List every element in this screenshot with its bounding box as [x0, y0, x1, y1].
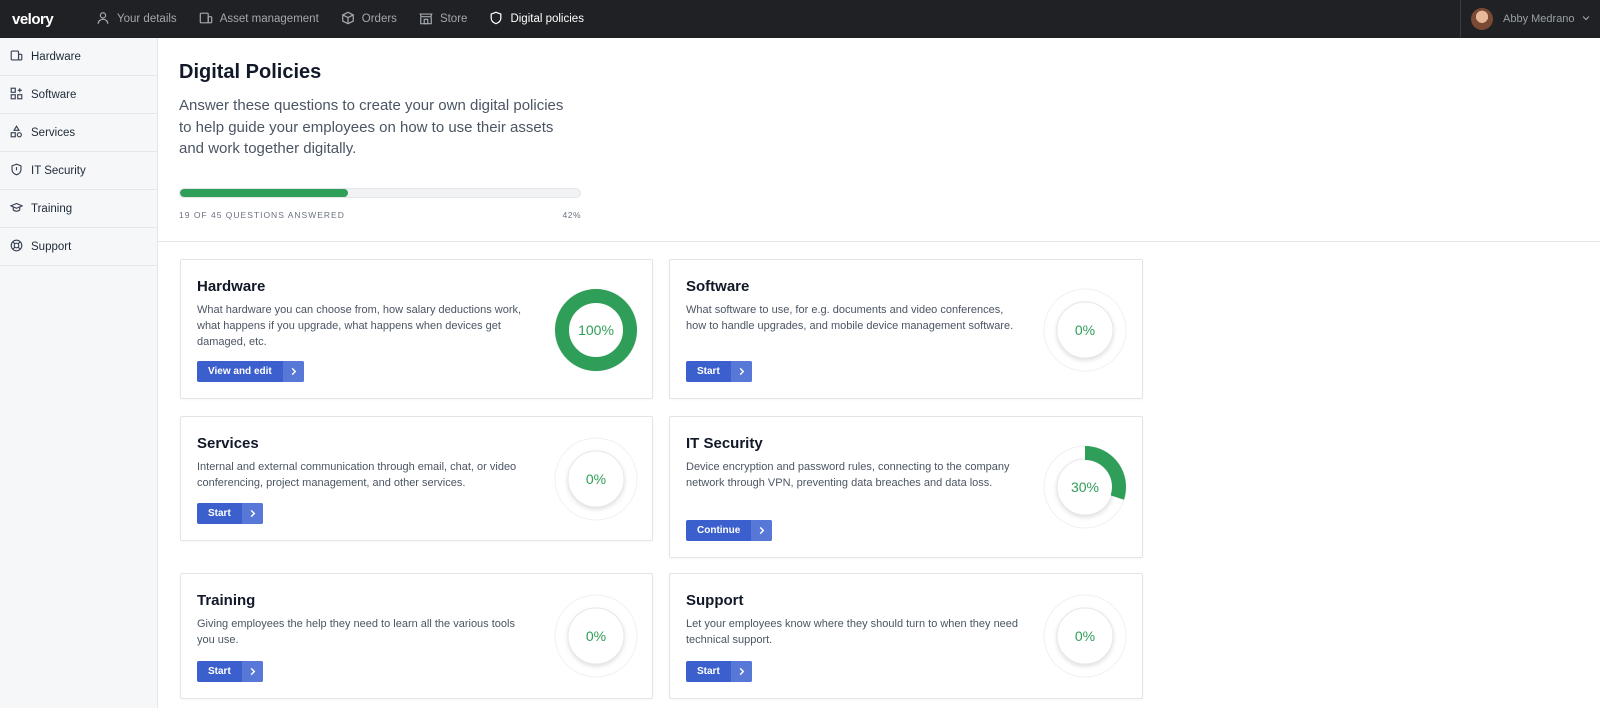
graduation-cap-icon: [9, 201, 24, 217]
card-title: IT Security: [686, 435, 763, 452]
button-label: Start: [697, 666, 720, 677]
button-label: Continue: [697, 525, 741, 536]
chevron-right-icon: [241, 661, 263, 682]
policy-card-it-security: IT Security Device encryption and passwo…: [669, 416, 1143, 558]
start-button[interactable]: Start: [197, 503, 263, 524]
top-bar: velory Your details Asset management Ord…: [0, 0, 1600, 38]
user-icon: [96, 11, 110, 28]
main-nav: Your details Asset management Orders Sto…: [96, 0, 606, 38]
progress-ring-label: 0%: [1074, 628, 1096, 644]
shield-icon: [489, 11, 503, 28]
overall-progress-bar: [179, 188, 581, 198]
nav-orders[interactable]: Orders: [341, 0, 397, 38]
progress-ring: 0%: [1043, 288, 1127, 372]
progress-ring: 0%: [1043, 594, 1127, 678]
start-button[interactable]: Start: [197, 661, 263, 682]
page-subtitle: Answer these questions to create your ow…: [179, 97, 564, 157]
sidebar-item-software[interactable]: Software: [0, 76, 157, 114]
button-label: Start: [208, 508, 231, 519]
sidebar-item-label: Software: [31, 88, 77, 101]
sidebar-item-label: Training: [31, 202, 73, 215]
progress-ring: 0%: [554, 437, 638, 521]
sidebar-item-label: IT Security: [31, 164, 86, 177]
devices-icon: [199, 11, 213, 28]
view-and-edit-button[interactable]: View and edit: [197, 361, 304, 382]
services-icon: [10, 124, 23, 141]
brand-logo[interactable]: velory: [12, 11, 96, 28]
start-button[interactable]: Start: [686, 661, 752, 682]
sidebar-item-label: Hardware: [31, 50, 81, 63]
nav-label: Your details: [117, 13, 177, 25]
progress-ring-label: 0%: [1074, 322, 1096, 338]
progress-label: 19 OF 45 QUESTIONS ANSWERED: [179, 210, 345, 220]
card-description: Device encryption and password rules, co…: [686, 461, 1010, 490]
button-label: Start: [697, 366, 720, 377]
chevron-down-icon: [1582, 13, 1591, 26]
progress-ring: 30%: [1043, 445, 1127, 529]
sidebar-item-training[interactable]: Training: [0, 190, 157, 228]
chevron-right-icon: [282, 361, 304, 382]
card-title: Hardware: [197, 278, 266, 295]
card-description: What hardware you can choose from, how s…: [197, 304, 522, 349]
progress-ring-label: 100%: [578, 322, 614, 338]
nav-label: Digital policies: [510, 13, 584, 25]
card-description: What software to use, for e.g. documents…: [686, 304, 1014, 333]
card-description: Let your employees know where they shoul…: [686, 618, 1019, 647]
nav-label: Asset management: [219, 13, 319, 25]
sidebar-item-services[interactable]: Services: [0, 114, 157, 152]
button-label: Start: [208, 666, 231, 677]
policy-card-training: Training Giving employees the help they …: [180, 573, 653, 699]
user-menu[interactable]: Abby Medrano: [1460, 0, 1600, 38]
nav-label: Orders: [361, 13, 397, 25]
progress-ring: 0%: [554, 594, 638, 678]
card-title: Software: [686, 278, 750, 295]
card-title: Support: [686, 592, 744, 609]
nav-digital-policies[interactable]: Digital policies: [489, 0, 584, 38]
apps-icon: [10, 87, 23, 103]
card-title: Services: [197, 435, 259, 452]
card-description: Internal and external communication thro…: [197, 461, 517, 490]
policy-card-services: Services Internal and external communica…: [180, 416, 653, 541]
card-description: Giving employees the help they need to l…: [197, 618, 515, 647]
progress-ring-label: 30%: [1070, 479, 1100, 495]
chevron-right-icon: [751, 520, 773, 541]
page-title: Digital Policies: [179, 61, 322, 83]
lifebuoy-icon: [10, 239, 23, 255]
progress-ring-label: 0%: [585, 471, 607, 487]
card-title: Training: [197, 592, 256, 609]
chevron-right-icon: [241, 503, 263, 524]
policy-card-software: Software What software to use, for e.g. …: [669, 259, 1143, 399]
avatar: [1471, 8, 1493, 30]
nav-store[interactable]: Store: [419, 0, 468, 38]
sidebar-item-label: Services: [31, 126, 76, 139]
store-icon: [419, 11, 433, 28]
chevron-right-icon: [730, 661, 752, 682]
box-icon: [341, 11, 355, 28]
sidebar-item-it-security[interactable]: IT Security: [0, 152, 157, 190]
sidebar-item-support[interactable]: Support: [0, 228, 157, 266]
shield-icon: [10, 163, 23, 179]
devices-icon: [10, 49, 23, 65]
overall-progress-fill: [180, 189, 348, 197]
sidebar-item-label: Support: [31, 240, 72, 253]
nav-asset-management[interactable]: Asset management: [199, 0, 319, 38]
start-button[interactable]: Start: [686, 361, 752, 382]
chevron-right-icon: [730, 361, 752, 382]
sidebar: Hardware Software Services IT Security T…: [0, 38, 158, 708]
progress-ring-label: 0%: [585, 628, 607, 644]
continue-button[interactable]: Continue: [686, 520, 773, 541]
page-header: Digital Policies Answer these questions …: [158, 38, 1600, 242]
nav-your-details[interactable]: Your details: [96, 0, 177, 38]
progress-percent: 42%: [562, 210, 581, 220]
sidebar-item-hardware[interactable]: Hardware: [0, 38, 157, 76]
button-label: View and edit: [208, 366, 272, 377]
policy-card-support: Support Let your employees know where th…: [669, 573, 1143, 699]
policy-card-hardware: Hardware What hardware you can choose fr…: [180, 259, 653, 399]
nav-label: Store: [439, 13, 468, 25]
progress-ring: 100%: [554, 288, 638, 372]
user-name: Abby Medrano: [1503, 13, 1575, 25]
